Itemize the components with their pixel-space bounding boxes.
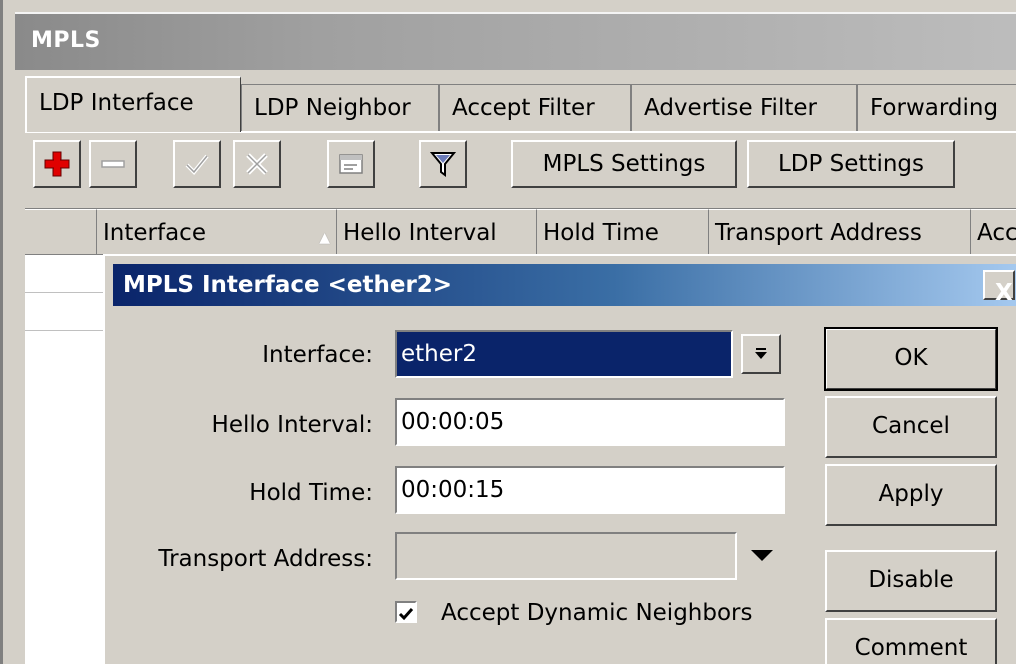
check-icon — [185, 154, 209, 175]
column-header-transport-address[interactable]: Transport Address — [709, 209, 971, 255]
add-icon — [44, 151, 70, 177]
dropdown-arrow-icon — [755, 348, 767, 359]
sort-ascending-icon: ▲ — [319, 230, 330, 246]
ldp-settings-button[interactable]: LDP Settings — [747, 140, 955, 188]
interface-select[interactable]: ether2 — [395, 330, 733, 378]
tab-forwarding[interactable]: Forwarding — [857, 84, 1016, 132]
mpls-window: MPLS LDP Interface LDP Neighbor Accept F… — [0, 0, 1016, 664]
disable-button[interactable] — [233, 140, 281, 188]
column-header-blank — [25, 209, 97, 255]
dialog-title: MPLS Interface <ether2> — [123, 272, 453, 298]
enable-button[interactable] — [173, 140, 221, 188]
tab-ldp-interface[interactable]: LDP Interface — [25, 76, 241, 132]
hold-time-field[interactable]: 00:00:15 — [395, 466, 785, 514]
interface-dropdown-button[interactable] — [741, 334, 781, 374]
apply-button[interactable]: Apply — [825, 464, 997, 526]
transport-address-field[interactable] — [395, 532, 737, 580]
filter-icon — [430, 152, 456, 177]
comment-button[interactable] — [327, 140, 375, 188]
disable-button[interactable]: Disable — [825, 550, 997, 612]
column-header-accept[interactable]: Acc — [971, 209, 1016, 255]
toolbar: MPLS Settings LDP Settings — [25, 138, 1016, 200]
filter-button[interactable] — [419, 140, 467, 188]
transport-address-dropdown-icon[interactable] — [751, 550, 773, 561]
remove-button[interactable] — [89, 140, 137, 188]
cross-icon — [246, 153, 268, 175]
comment-icon — [339, 154, 363, 174]
transport-address-label: Transport Address: — [158, 546, 373, 572]
interface-label: Interface: — [262, 342, 373, 368]
accept-dynamic-neighbors-checkbox[interactable] — [395, 601, 417, 623]
remove-icon — [101, 160, 125, 168]
window-title-bar[interactable]: MPLS — [15, 12, 1016, 70]
dialog-title-bar[interactable]: MPLS Interface <ether2> X — [113, 264, 1016, 306]
checkmark-icon — [398, 608, 414, 621]
hello-interval-label: Hello Interval: — [211, 412, 373, 438]
column-header-hello-interval[interactable]: Hello Interval — [337, 209, 537, 255]
close-button[interactable]: X — [983, 270, 1015, 306]
window-title: MPLS — [31, 28, 101, 53]
accept-dynamic-neighbors-label: Accept Dynamic Neighbors — [441, 600, 753, 626]
table-row[interactable] — [25, 293, 115, 331]
comment-button[interactable]: Comment — [825, 618, 997, 664]
tab-bar: LDP Interface LDP Neighbor Accept Filter… — [25, 76, 1016, 132]
mpls-interface-dialog: MPLS Interface <ether2> X Interface: eth… — [103, 254, 1016, 664]
column-header-interface[interactable]: Interface ▲ — [97, 209, 337, 255]
hold-time-label: Hold Time: — [249, 480, 373, 506]
tab-ldp-neighbor[interactable]: LDP Neighbor — [241, 84, 439, 132]
column-header-hold-time[interactable]: Hold Time — [537, 209, 709, 255]
mpls-settings-button[interactable]: MPLS Settings — [511, 140, 737, 188]
tab-accept-filter[interactable]: Accept Filter — [439, 84, 631, 132]
add-button[interactable] — [33, 140, 81, 188]
close-icon: X — [995, 280, 1013, 306]
cancel-button[interactable]: Cancel — [825, 396, 997, 458]
hello-interval-field[interactable]: 00:00:05 — [395, 398, 785, 446]
tab-advertise-filter[interactable]: Advertise Filter — [631, 84, 857, 132]
table-row[interactable] — [25, 255, 115, 293]
ok-button[interactable]: OK — [824, 327, 998, 391]
